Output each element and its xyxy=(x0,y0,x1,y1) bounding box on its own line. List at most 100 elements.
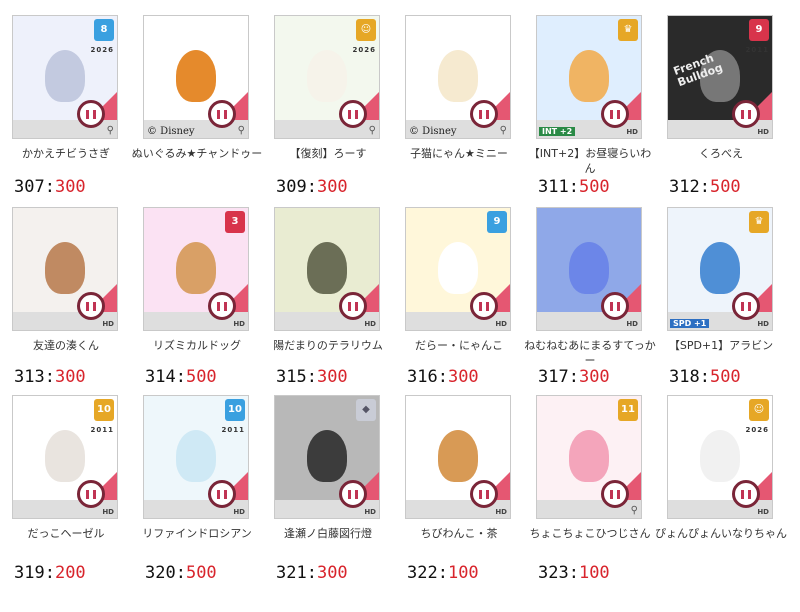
item-card-312[interactable]: HD 2011 9 French Bulldog くろべえ xyxy=(655,15,787,176)
zoom-icon[interactable]: ⚲ xyxy=(369,125,376,136)
item-price: 314:500 xyxy=(145,367,217,387)
item-thumbnail[interactable]: HD 2011 10 xyxy=(12,395,118,519)
item-name[interactable]: ぴょんぴょんいなりちゃん xyxy=(655,526,787,556)
gift-icon[interactable] xyxy=(208,100,236,128)
gift-icon[interactable] xyxy=(470,100,498,128)
item-card-320[interactable]: HD 2011 10 リファインドロシアン xyxy=(131,395,263,556)
item-figure xyxy=(569,430,609,482)
item-card-324[interactable]: HD 2026 ☺ ぴょんぴょんいなりちゃん xyxy=(655,395,787,556)
item-figure xyxy=(176,430,216,482)
gift-icon[interactable] xyxy=(601,480,629,508)
hd-label: HD xyxy=(757,320,769,328)
item-name[interactable]: かかえチビうさぎ xyxy=(0,146,132,176)
gift-icon[interactable] xyxy=(339,480,367,508)
item-thumbnail[interactable]: ⚲ © Disney xyxy=(405,15,511,139)
gift-icon[interactable] xyxy=(339,292,367,320)
item-price: 311:500 xyxy=(538,177,610,197)
item-card-307[interactable]: ⚲ 2026 8 かかえチビうさぎ xyxy=(0,15,132,176)
rarity-badge: 8 xyxy=(94,19,114,41)
item-name[interactable]: ちびわんこ・茶 xyxy=(393,526,525,556)
gift-icon[interactable] xyxy=(732,292,760,320)
item-name[interactable]: くろべえ xyxy=(655,146,787,176)
item-name[interactable]: 逢瀬ノ白藤図行燈 xyxy=(262,526,394,556)
item-thumbnail[interactable]: HD ◆ xyxy=(274,395,380,519)
item-card-311[interactable]: HD INT +2 ♛ 【INT+2】お昼寝らいわん xyxy=(524,15,656,176)
gift-icon[interactable] xyxy=(732,480,760,508)
item-price: 320:500 xyxy=(145,563,217,583)
zoom-icon[interactable]: ⚲ xyxy=(500,125,507,136)
item-thumbnail[interactable]: HD xyxy=(274,207,380,331)
item-thumbnail[interactable]: ⚲ © Disney xyxy=(143,15,249,139)
price-value: 300 xyxy=(54,177,86,197)
item-number: 314: xyxy=(145,367,186,387)
item-name[interactable]: だらー・にゃんこ xyxy=(393,338,525,368)
item-thumbnail[interactable]: HD 3 xyxy=(143,207,249,331)
item-name[interactable]: ねむねむあにまるすてっかー xyxy=(524,338,656,368)
item-name[interactable]: だっこヘーゼル xyxy=(0,526,132,556)
item-card-313[interactable]: HD 友達の湊くん xyxy=(0,207,132,368)
item-thumbnail[interactable]: HD 2011 10 xyxy=(143,395,249,519)
item-thumbnail[interactable]: HD xyxy=(12,207,118,331)
item-name[interactable]: 【SPD+1】アラビン xyxy=(655,338,787,368)
gift-icon[interactable] xyxy=(470,292,498,320)
item-card-318[interactable]: HD SPD +1 ♛ 【SPD+1】アラビン xyxy=(655,207,787,368)
gift-icon[interactable] xyxy=(77,292,105,320)
item-card-323[interactable]: ⚲ 11 ちょこちょこひつじさん xyxy=(524,395,656,556)
gift-icon[interactable] xyxy=(208,292,236,320)
item-number: 309: xyxy=(276,177,317,197)
item-name[interactable]: 陽だまりのテラリウム xyxy=(262,338,394,368)
item-name[interactable]: 【復刻】ろーす xyxy=(262,146,394,176)
item-number: 322: xyxy=(407,563,448,583)
item-number: 317: xyxy=(538,367,579,387)
gift-icon[interactable] xyxy=(601,100,629,128)
item-thumbnail[interactable]: HD SPD +1 ♛ xyxy=(667,207,773,331)
item-figure xyxy=(569,242,609,294)
item-card-316[interactable]: HD 9 だらー・にゃんこ xyxy=(393,207,525,368)
zoom-icon[interactable]: ⚲ xyxy=(238,125,245,136)
zoom-icon[interactable]: ⚲ xyxy=(631,505,638,516)
item-card-319[interactable]: HD 2011 10 だっこヘーゼル xyxy=(0,395,132,556)
item-thumbnail[interactable]: HD xyxy=(405,395,511,519)
item-thumbnail[interactable]: HD 9 xyxy=(405,207,511,331)
gift-icon[interactable] xyxy=(601,292,629,320)
item-name[interactable]: 【INT+2】お昼寝らいわん xyxy=(524,146,656,176)
item-figure xyxy=(438,430,478,482)
gift-icon[interactable] xyxy=(77,100,105,128)
item-name[interactable]: 友達の湊くん xyxy=(0,338,132,368)
zoom-icon[interactable]: ⚲ xyxy=(107,125,114,136)
item-thumbnail[interactable]: ⚲ 11 xyxy=(536,395,642,519)
item-number: 316: xyxy=(407,367,448,387)
gift-icon[interactable] xyxy=(208,480,236,508)
item-card-308[interactable]: ⚲ © Disney ぬいぐるみ★チャンドゥー xyxy=(131,15,263,176)
item-thumbnail[interactable]: HD INT +2 ♛ xyxy=(536,15,642,139)
hd-label: HD xyxy=(626,128,638,136)
item-card-309[interactable]: ⚲ 2026 ☺ 【復刻】ろーす xyxy=(262,15,394,176)
rarity-badge: 10 xyxy=(225,399,245,421)
item-name[interactable]: 子猫にゃん★ミニー xyxy=(393,146,525,176)
item-card-315[interactable]: HD 陽だまりのテラリウム xyxy=(262,207,394,368)
gift-icon[interactable] xyxy=(470,480,498,508)
item-name[interactable]: ちょこちょこひつじさん xyxy=(524,526,656,556)
item-name[interactable]: リズミカルドッグ xyxy=(131,338,263,368)
item-card-310[interactable]: ⚲ © Disney 子猫にゃん★ミニー xyxy=(393,15,525,176)
price-value: 100 xyxy=(578,563,610,583)
item-price: 322:100 xyxy=(407,563,479,583)
gift-icon[interactable] xyxy=(77,480,105,508)
item-thumbnail[interactable]: HD xyxy=(536,207,642,331)
gift-icon[interactable] xyxy=(732,100,760,128)
item-card-314[interactable]: HD 3 リズミカルドッグ xyxy=(131,207,263,368)
hd-label: HD xyxy=(102,320,114,328)
item-card-317[interactable]: HD ねむねむあにまるすてっかー xyxy=(524,207,656,368)
item-card-322[interactable]: HD ちびわんこ・茶 xyxy=(393,395,525,556)
gift-icon[interactable] xyxy=(339,100,367,128)
item-thumbnail[interactable]: HD 2011 9 French Bulldog xyxy=(667,15,773,139)
rarity-badge: 9 xyxy=(487,211,507,233)
item-name[interactable]: ぬいぐるみ★チャンドゥー xyxy=(131,146,263,176)
item-card-321[interactable]: HD ◆ 逢瀬ノ白藤図行燈 xyxy=(262,395,394,556)
item-thumbnail[interactable]: HD 2026 ☺ xyxy=(667,395,773,519)
item-thumbnail[interactable]: ⚲ 2026 ☺ xyxy=(274,15,380,139)
item-thumbnail[interactable]: ⚲ 2026 8 xyxy=(12,15,118,139)
item-figure xyxy=(45,242,85,294)
hd-label: HD xyxy=(233,320,245,328)
item-name[interactable]: リファインドロシアン xyxy=(131,526,263,556)
